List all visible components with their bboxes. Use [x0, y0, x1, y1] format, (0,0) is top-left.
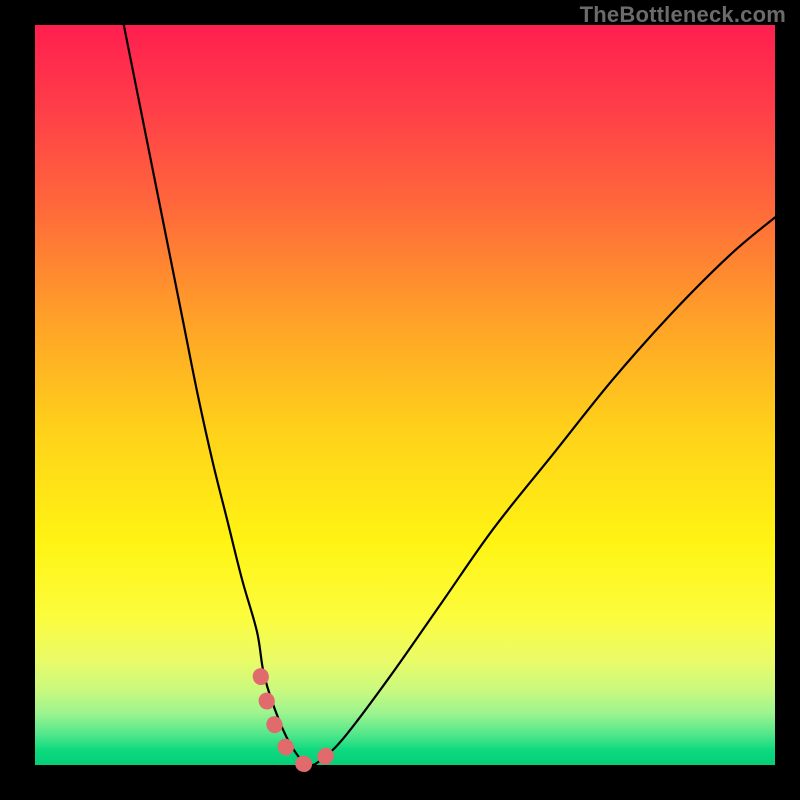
curve-layer	[35, 25, 775, 765]
chart-frame: TheBottleneck.com	[0, 0, 800, 800]
plot-area	[35, 25, 775, 765]
bottleneck-curve	[124, 25, 775, 765]
